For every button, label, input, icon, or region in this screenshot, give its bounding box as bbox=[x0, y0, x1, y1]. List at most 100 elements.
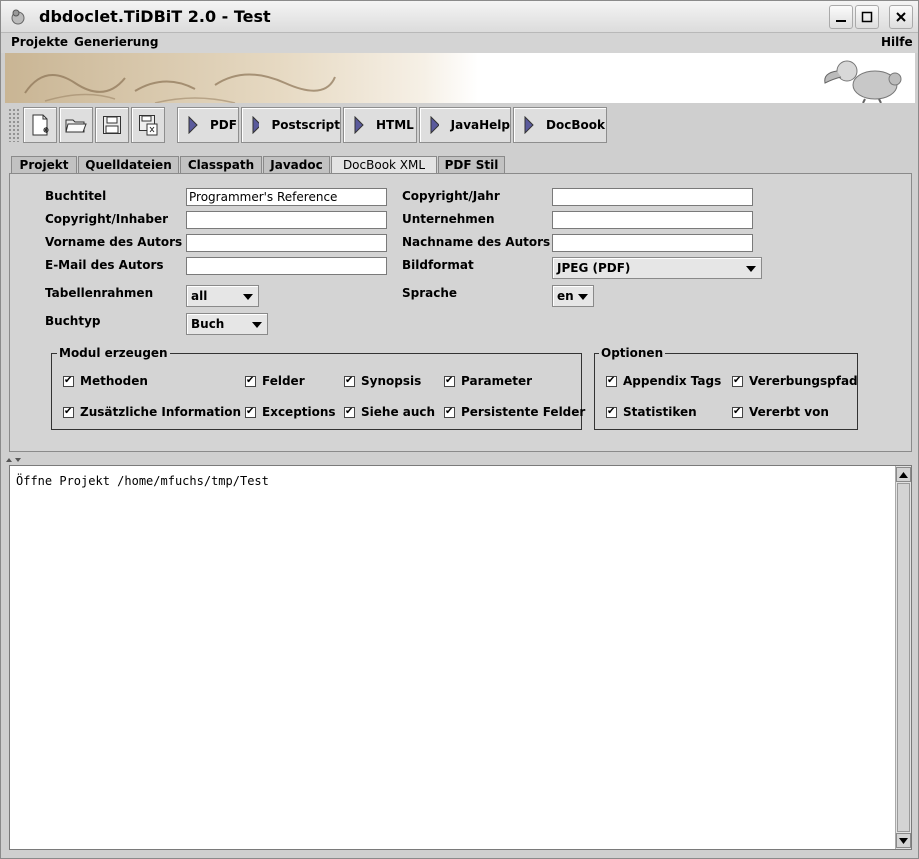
tab-quelldateien[interactable]: Quelldateien bbox=[78, 156, 179, 174]
new-project-button[interactable] bbox=[23, 107, 57, 143]
zusaetzliche-information-checkbox[interactable]: Zusätzliche Information bbox=[63, 405, 241, 419]
chevron-down-icon bbox=[243, 294, 253, 300]
app-icon bbox=[9, 8, 27, 26]
bildformat-select[interactable]: JPEG (PDF) bbox=[552, 257, 762, 279]
methoden-checkbox[interactable]: Methoden bbox=[63, 374, 148, 388]
save-as-button[interactable] bbox=[131, 107, 165, 143]
menu-generierung[interactable]: Generierung bbox=[74, 35, 158, 49]
maximize-button[interactable] bbox=[855, 5, 879, 29]
vertical-scrollbar[interactable] bbox=[895, 466, 911, 849]
modul-erzeugen-group: Modul erzeugen Methoden Felder Synopsis … bbox=[51, 346, 585, 430]
tab-classpath[interactable]: Classpath bbox=[180, 156, 262, 174]
modul-erzeugen-legend: Modul erzeugen bbox=[57, 346, 170, 360]
appendix-tags-label: Appendix Tags bbox=[623, 374, 722, 388]
tab-projekt[interactable]: Projekt bbox=[11, 156, 77, 174]
minimize-icon bbox=[836, 20, 846, 22]
menu-projekte[interactable]: Projekte bbox=[11, 35, 68, 49]
docbook-button[interactable]: DocBook bbox=[513, 107, 607, 143]
scroll-up-button[interactable] bbox=[896, 467, 911, 482]
application-window: dbdoclet.TiDBiT 2.0 - Test Projekte Gene… bbox=[0, 0, 919, 859]
optionen-group: Optionen Appendix Tags Vererbungspfad St… bbox=[594, 346, 858, 430]
vorname-label: Vorname des Autors bbox=[45, 235, 183, 249]
nachname-field[interactable] bbox=[552, 234, 753, 252]
copyright-jahr-label: Copyright/Jahr bbox=[402, 189, 500, 203]
toolbar-grip[interactable] bbox=[8, 108, 20, 142]
arrow-up-icon bbox=[899, 471, 908, 478]
menu-hilfe[interactable]: Hilfe bbox=[881, 35, 913, 49]
html-button-label: HTML bbox=[376, 118, 414, 132]
vererbt-von-label: Vererbt von bbox=[749, 405, 829, 419]
log-output-area[interactable]: Öffne Projekt /home/mfuchs/tmp/Test bbox=[9, 465, 912, 850]
bildformat-label: Bildformat bbox=[402, 258, 474, 272]
pdf-button[interactable]: PDF bbox=[177, 107, 239, 143]
save-as-icon bbox=[139, 115, 158, 136]
checkbox-checked-icon bbox=[444, 405, 455, 419]
appendix-tags-checkbox[interactable]: Appendix Tags bbox=[606, 374, 721, 388]
play-icon bbox=[430, 116, 439, 134]
close-icon bbox=[896, 12, 906, 22]
methoden-label: Methoden bbox=[80, 374, 148, 388]
postscript-button[interactable]: Postscript bbox=[241, 107, 341, 143]
tabellenrahmen-value: all bbox=[191, 289, 208, 303]
synopsis-checkbox[interactable]: Synopsis bbox=[344, 374, 421, 388]
javahelp-button[interactable]: JavaHelp bbox=[419, 107, 511, 143]
maximize-icon bbox=[861, 11, 873, 23]
minimize-button[interactable] bbox=[829, 5, 853, 29]
checkbox-checked-icon bbox=[245, 405, 256, 419]
statistiken-checkbox[interactable]: Statistiken bbox=[606, 405, 697, 419]
javahelp-button-label: JavaHelp bbox=[450, 118, 510, 132]
email-field[interactable] bbox=[186, 257, 387, 275]
siehe-auch-checkbox[interactable]: Siehe auch bbox=[344, 405, 435, 419]
vorname-field[interactable] bbox=[186, 234, 387, 252]
save-button[interactable] bbox=[95, 107, 129, 143]
html-button[interactable]: HTML bbox=[343, 107, 417, 143]
vererbt-von-checkbox[interactable]: Vererbt von bbox=[732, 405, 829, 419]
felder-checkbox[interactable]: Felder bbox=[245, 374, 305, 388]
pdf-button-label: PDF bbox=[210, 118, 237, 132]
zusaetzliche-information-label: Zusätzliche Information bbox=[80, 405, 242, 419]
optionen-legend: Optionen bbox=[599, 346, 666, 360]
window-title: dbdoclet.TiDBiT 2.0 - Test bbox=[39, 7, 271, 26]
buchtyp-value: Buch bbox=[191, 317, 225, 331]
checkbox-checked-icon bbox=[732, 374, 743, 388]
postscript-button-label: Postscript bbox=[271, 118, 340, 132]
chevron-down-icon bbox=[578, 294, 588, 300]
parameter-checkbox[interactable]: Parameter bbox=[444, 374, 532, 388]
sprache-select[interactable]: en bbox=[552, 285, 594, 307]
checkbox-checked-icon bbox=[344, 374, 355, 388]
tab-pdf-stil[interactable]: PDF Stil bbox=[438, 156, 505, 174]
checkbox-checked-icon bbox=[344, 405, 355, 419]
tabellenrahmen-label: Tabellenrahmen bbox=[45, 286, 154, 300]
play-icon bbox=[354, 116, 364, 134]
persistente-felder-label: Persistente Felder bbox=[461, 405, 586, 419]
checkbox-checked-icon bbox=[245, 374, 256, 388]
copyright-jahr-field[interactable] bbox=[552, 188, 753, 206]
scroll-down-button[interactable] bbox=[896, 833, 911, 848]
play-icon bbox=[188, 116, 198, 134]
buchtyp-select[interactable]: Buch bbox=[186, 313, 268, 335]
parameter-label: Parameter bbox=[461, 374, 533, 388]
tabellenrahmen-select[interactable]: all bbox=[186, 285, 259, 307]
felder-label: Felder bbox=[262, 374, 305, 388]
persistente-felder-checkbox[interactable]: Persistente Felder bbox=[444, 405, 585, 419]
buchtitel-field[interactable]: Programmer's Reference bbox=[186, 188, 387, 206]
play-icon bbox=[524, 116, 534, 134]
open-project-button[interactable] bbox=[59, 107, 93, 143]
arrow-down-icon bbox=[899, 837, 908, 844]
exceptions-checkbox[interactable]: Exceptions bbox=[245, 405, 336, 419]
exceptions-label: Exceptions bbox=[262, 405, 336, 419]
banner-graphic bbox=[5, 53, 915, 103]
statistiken-label: Statistiken bbox=[623, 405, 697, 419]
bildformat-value: JPEG (PDF) bbox=[557, 261, 631, 275]
synopsis-label: Synopsis bbox=[361, 374, 422, 388]
tab-javadoc[interactable]: Javadoc bbox=[263, 156, 330, 174]
scrollbar-thumb[interactable] bbox=[897, 483, 910, 832]
vererbungspfad-label: Vererbungspfad bbox=[749, 374, 858, 388]
email-label: E-Mail des Autors bbox=[45, 258, 164, 272]
split-pane-divider[interactable] bbox=[5, 454, 915, 462]
unternehmen-field[interactable] bbox=[552, 211, 753, 229]
copyright-inhaber-field[interactable] bbox=[186, 211, 387, 229]
close-button[interactable] bbox=[889, 5, 913, 29]
vererbungspfad-checkbox[interactable]: Vererbungspfad bbox=[732, 374, 858, 388]
checkbox-checked-icon bbox=[63, 405, 74, 419]
